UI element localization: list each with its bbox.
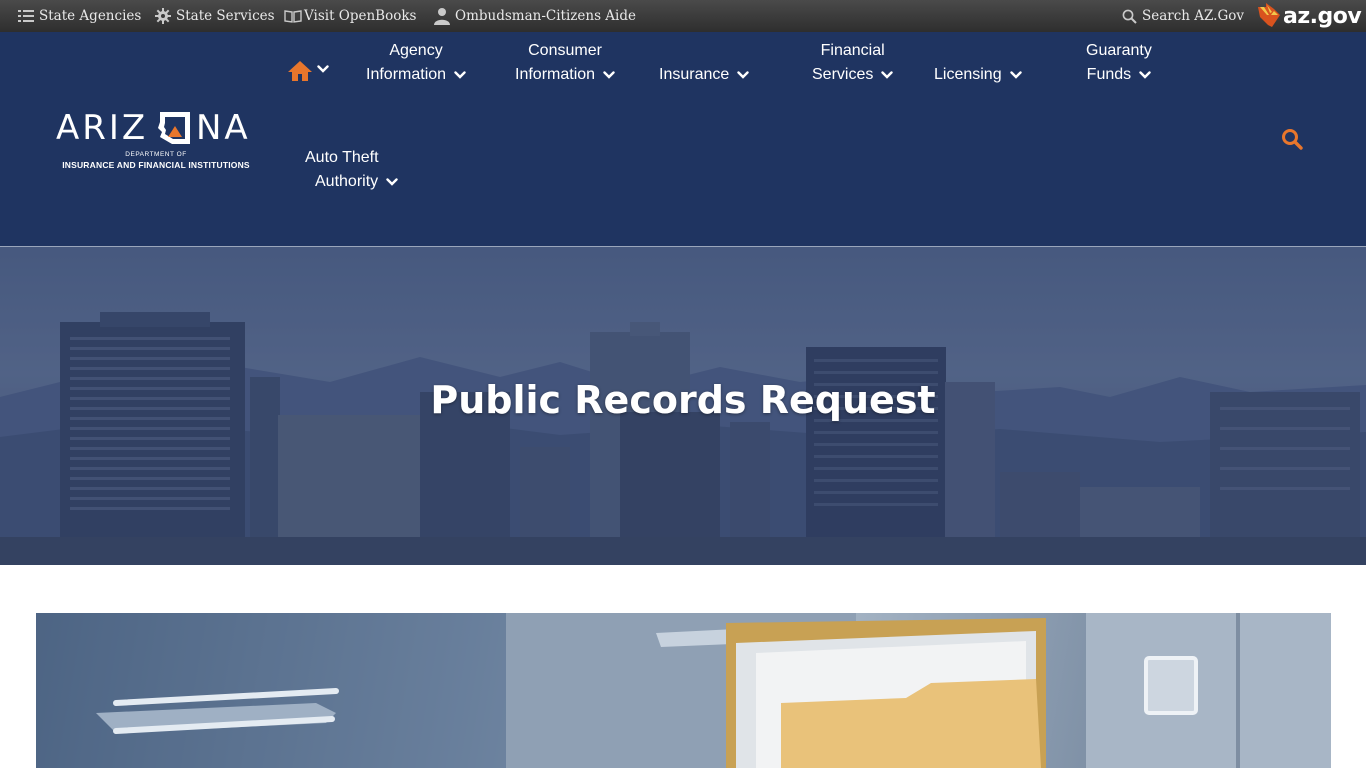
agency-logo[interactable]: ARIZ NA DEPARTMENT OF INSURANCE AND FINA… bbox=[56, 108, 256, 170]
chevron-down-icon bbox=[1009, 63, 1022, 87]
chevron-down-icon bbox=[1139, 63, 1151, 87]
state-services-link[interactable]: State Services bbox=[155, 0, 275, 32]
nav-licensing-label: Licensing bbox=[934, 66, 1002, 84]
chevron-down-icon bbox=[454, 63, 466, 87]
state-services-label: State Services bbox=[176, 8, 275, 24]
nav-auto-theft-authority[interactable]: Auto Theft Authority bbox=[305, 146, 398, 194]
nav-insurance[interactable]: Insurance bbox=[659, 63, 749, 87]
visit-openbooks-link[interactable]: Visit OpenBooks bbox=[284, 0, 416, 32]
nav-consumer-information-line2: Information bbox=[515, 66, 596, 84]
nav-agency-information[interactable]: Agency Information bbox=[366, 39, 466, 87]
nav-consumer-information[interactable]: Consumer Information bbox=[515, 39, 615, 87]
magnifier-icon bbox=[1122, 9, 1137, 24]
user-icon bbox=[434, 7, 450, 25]
state-utility-bar: State Agencies State Services Visit Open… bbox=[0, 0, 1366, 32]
hero-banner: Public Records Request bbox=[0, 246, 1366, 565]
search-icon bbox=[1281, 129, 1303, 154]
filing-cabinet-image bbox=[36, 613, 1331, 768]
state-agencies-label: State Agencies bbox=[39, 8, 142, 24]
nav-financial-services[interactable]: Financial Services bbox=[812, 39, 894, 87]
nav-auto-theft-authority-line2: Authority bbox=[315, 173, 379, 191]
chevron-down-icon bbox=[386, 170, 398, 194]
search-azgov-label: Search AZ.Gov bbox=[1142, 8, 1245, 24]
chevron-down-icon bbox=[737, 63, 749, 87]
nav-consumer-information-line1: Consumer bbox=[528, 42, 602, 59]
arizona-flag-icon bbox=[1258, 3, 1280, 31]
nav-insurance-label: Insurance bbox=[659, 66, 730, 84]
nav-financial-services-line1: Financial bbox=[820, 42, 885, 59]
site-search-button[interactable] bbox=[1281, 128, 1303, 155]
filing-cabinet-illustration bbox=[36, 613, 1331, 768]
azgov-logo-text: az.gov bbox=[1283, 4, 1362, 29]
logo-word-right: NA bbox=[196, 108, 251, 148]
chevron-down-icon bbox=[317, 60, 329, 78]
state-agencies-link[interactable]: State Agencies bbox=[18, 0, 141, 32]
logo-word-left: ARIZ bbox=[56, 108, 149, 148]
nav-auto-theft-authority-line1: Auto Theft bbox=[305, 149, 379, 166]
home-icon bbox=[287, 60, 313, 87]
chevron-down-icon bbox=[603, 63, 615, 87]
book-icon bbox=[284, 9, 302, 23]
visit-openbooks-label: Visit OpenBooks bbox=[304, 8, 417, 24]
nav-agency-information-line2: Information bbox=[366, 66, 447, 84]
page-title: Public Records Request bbox=[430, 378, 936, 422]
nav-home[interactable] bbox=[287, 60, 329, 87]
ombudsman-label: Ombudsman-Citizens Aide bbox=[455, 8, 636, 24]
chevron-down-icon bbox=[881, 63, 894, 87]
site-header: ARIZ NA DEPARTMENT OF INSURANCE AND FINA… bbox=[0, 32, 1366, 246]
logo-agency-line: INSURANCE AND FINANCIAL INSTITUTIONS bbox=[62, 160, 250, 170]
azgov-logo-link[interactable]: az.gov bbox=[1258, 3, 1362, 31]
nav-guaranty-funds-line1: Guaranty bbox=[1086, 42, 1152, 59]
logo-department-line: DEPARTMENT OF bbox=[125, 151, 187, 158]
gear-icon bbox=[155, 8, 171, 24]
arizona-state-outline-icon bbox=[156, 110, 194, 151]
nav-agency-information-line1: Agency bbox=[389, 42, 443, 59]
nav-financial-services-line2: Services bbox=[812, 66, 874, 84]
nav-licensing[interactable]: Licensing bbox=[934, 63, 1022, 87]
search-azgov-link[interactable]: Search AZ.Gov bbox=[1122, 0, 1244, 32]
list-icon bbox=[18, 9, 34, 23]
nav-guaranty-funds-line2: Funds bbox=[1086, 66, 1132, 84]
nav-guaranty-funds[interactable]: Guaranty Funds bbox=[1086, 39, 1152, 87]
ombudsman-link[interactable]: Ombudsman-Citizens Aide bbox=[434, 0, 636, 32]
